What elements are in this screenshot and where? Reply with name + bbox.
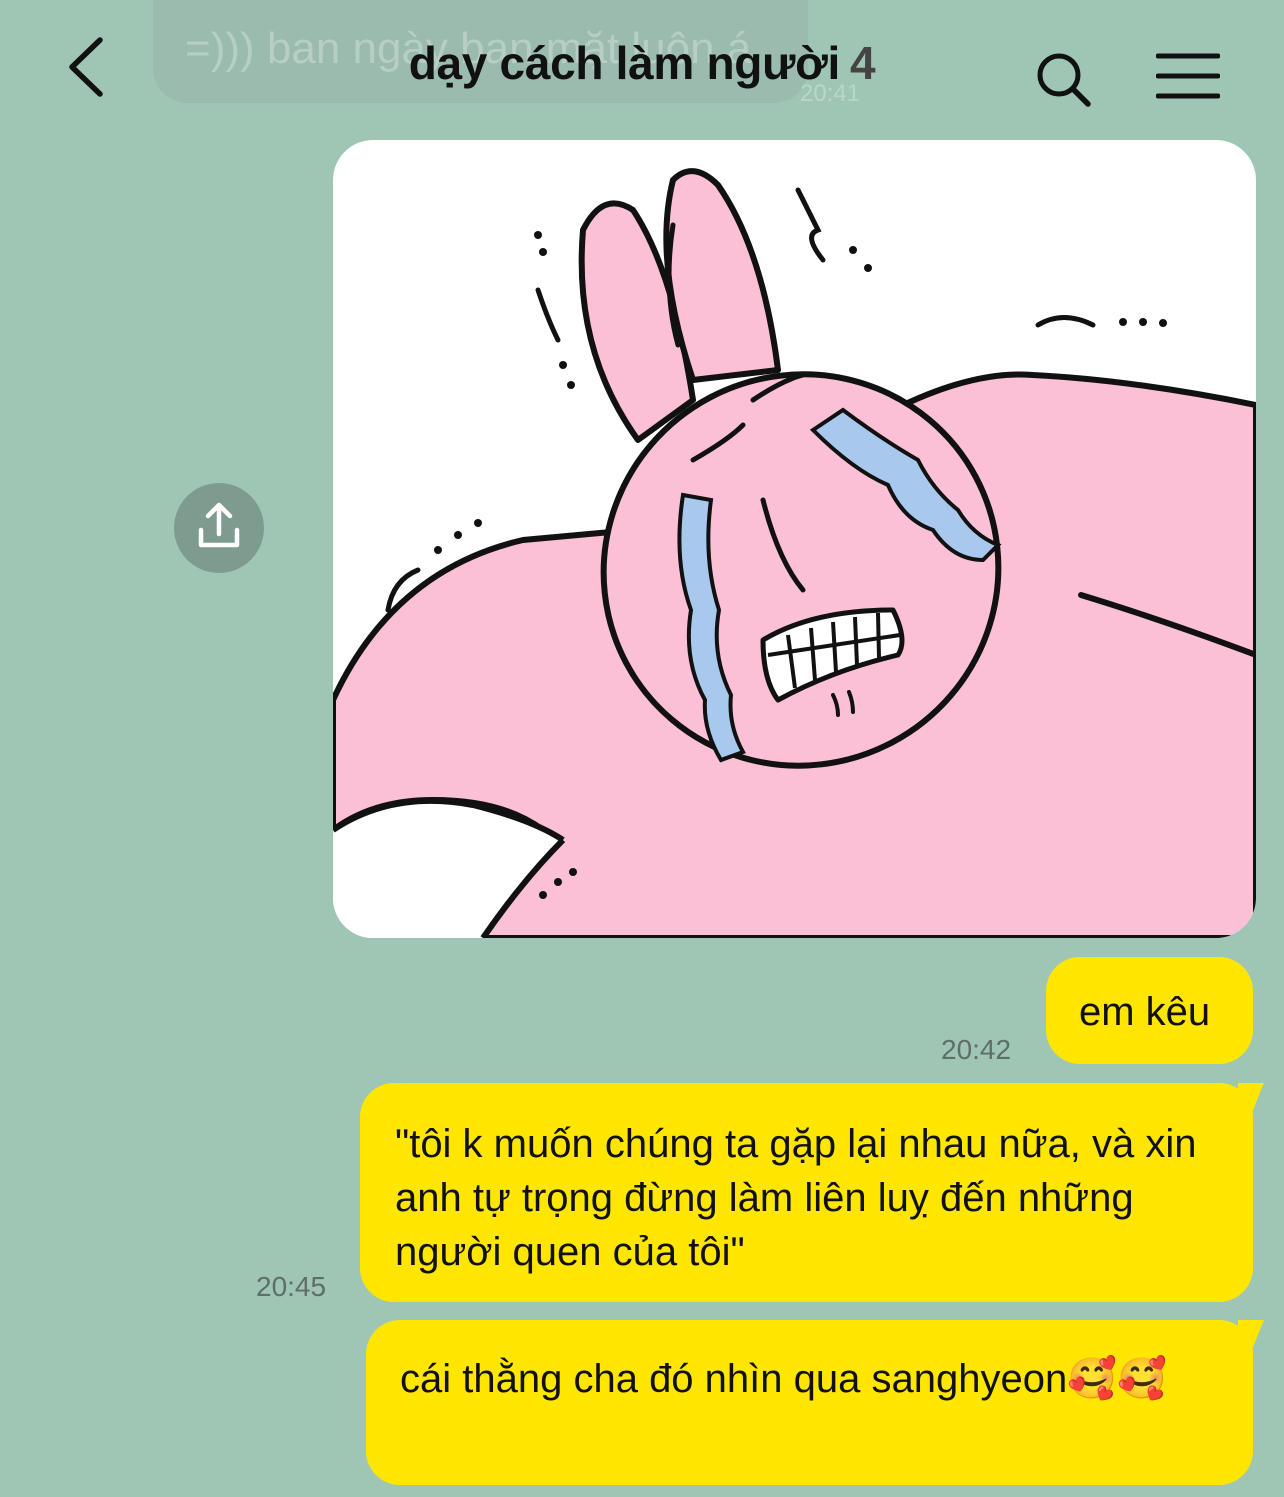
chat-header: dạy cách làm người 4	[0, 0, 1284, 130]
message-time: 20:45	[256, 1271, 327, 1302]
chat-title-text: dạy cách làm người	[408, 37, 841, 89]
message-time: 20:42	[941, 1034, 1012, 1065]
share-upload-icon	[198, 502, 240, 548]
message-text: em kêu	[1079, 990, 1211, 1034]
bubble-tail	[1238, 1320, 1264, 1350]
sticker-image[interactable]	[333, 140, 1256, 938]
message-text: "tôi k muốn chúng ta gặp lại nhau nữa, v…	[395, 1122, 1197, 1274]
crying-pink-rabbit-sticker	[333, 168, 1256, 938]
message-bubble[interactable]: em kêu	[1046, 957, 1253, 1064]
share-button[interactable]	[174, 483, 264, 573]
member-count: 4	[850, 37, 876, 89]
hamburger-menu-icon	[1155, 53, 1221, 99]
message-bubble[interactable]: "tôi k muốn chúng ta gặp lại nhau nữa, v…	[360, 1083, 1253, 1302]
bubble-tail	[1238, 1083, 1264, 1113]
message-text: cái thằng cha đó nhìn qua sanghyeon🥰🥰	[400, 1357, 1167, 1401]
search-icon	[1037, 53, 1091, 107]
menu-button[interactable]	[1155, 52, 1221, 102]
message-bubble[interactable]: cái thằng cha đó nhìn qua sanghyeon🥰🥰	[366, 1320, 1253, 1485]
search-button[interactable]	[1034, 50, 1094, 110]
